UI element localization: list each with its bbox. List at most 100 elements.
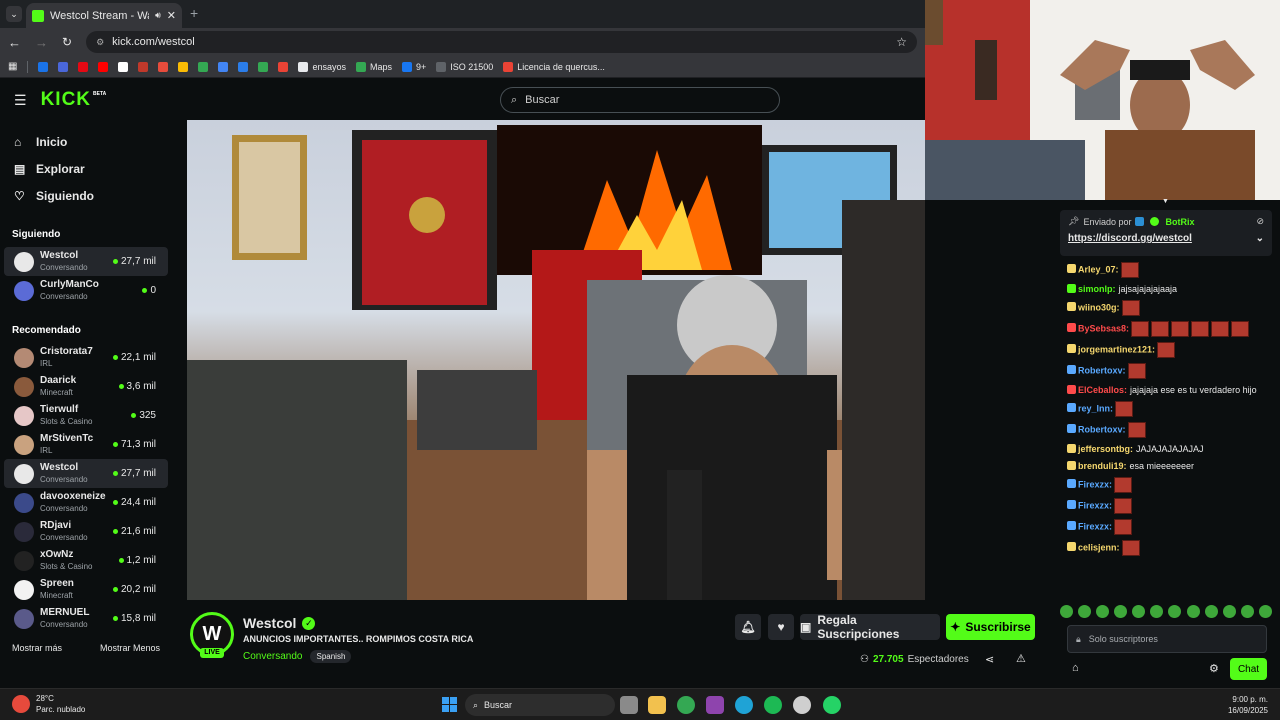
chat-collapse-icon[interactable]: ▼ [1162, 198, 1169, 205]
tab-list-button[interactable]: ⌄ [6, 6, 22, 22]
channel-item[interactable]: Westcol Conversando 27,7 mil [4, 247, 168, 276]
search-input[interactable]: ⌕ Buscar [500, 87, 780, 113]
show-less-button[interactable]: Mostrar Menos [100, 643, 160, 653]
chat-username[interactable]: BySebsas8: [1078, 323, 1129, 333]
notification-bell-button[interactable]: 🔔︎ [735, 614, 761, 640]
chat-input[interactable]: 🔒︎ Solo suscriptores [1067, 625, 1267, 653]
channel-item[interactable]: CurlyManCo Conversando 0 [4, 276, 168, 305]
emote-shortcut-icon[interactable] [1240, 604, 1254, 618]
chat-send-button[interactable]: Chat [1230, 658, 1267, 680]
chat-username[interactable]: Arley_07: [1078, 264, 1119, 274]
chat-username[interactable]: Robertoxv: [1078, 424, 1126, 434]
follow-heart-button[interactable]: ♥ [768, 614, 794, 640]
unpin-icon[interactable]: ⊘ [1256, 216, 1264, 227]
emote-shortcut-icon[interactable] [1222, 604, 1236, 618]
bookmark-item[interactable] [178, 61, 189, 72]
edge-icon[interactable] [735, 696, 753, 714]
channel-item[interactable]: Westcol Conversando 27,7 mil [4, 459, 168, 488]
active-tab[interactable]: Westcol Stream - Watch Li 🔊︎ ✕ [26, 3, 182, 28]
bookmark-item[interactable] [138, 61, 149, 72]
channel-item[interactable]: Spreen Minecraft 20,2 mil [4, 575, 168, 604]
clock[interactable]: 9:00 p. m. 16/09/2025 [1210, 694, 1268, 716]
bookmark-item[interactable]: 9+ [402, 61, 426, 72]
kick-logo[interactable]: KICK [41, 89, 91, 111]
channel-item[interactable]: MrStivenTc IRL 71,3 mil [4, 430, 168, 459]
emote-shortcut-icon[interactable] [1150, 604, 1164, 618]
subscribe-button[interactable]: ✦ Suscribirse [946, 614, 1035, 640]
emote-shortcut-icon[interactable] [1186, 604, 1200, 618]
bookmark-item[interactable] [158, 61, 169, 72]
bookmark-item[interactable] [278, 61, 289, 72]
bookmark-item[interactable] [238, 61, 249, 72]
report-icon[interactable]: ⚠ [1016, 652, 1026, 665]
chat-username[interactable]: brenduli19: [1078, 461, 1127, 471]
chrome-icon[interactable] [677, 696, 695, 714]
expand-pinned-icon[interactable]: ⌄ [1256, 233, 1264, 244]
sidebar-item-siguiendo[interactable]: ♡ Siguiendo [0, 182, 172, 209]
share-icon[interactable]: ⋖ [985, 653, 994, 666]
show-more-button[interactable]: Mostrar más [12, 643, 62, 653]
chat-store-icon[interactable]: ⌂ [1072, 662, 1079, 674]
stream-category[interactable]: Conversando [243, 651, 302, 662]
channel-item[interactable]: Cristorata7 IRL 22,1 mil [4, 343, 168, 372]
sidebar-item-inicio[interactable]: ⌂ Inicio [0, 128, 172, 155]
back-icon[interactable]: ← [8, 35, 21, 50]
site-info-icon[interactable]: ⚙ [96, 37, 104, 48]
bookmark-item[interactable] [58, 61, 69, 72]
new-tab-button[interactable]: + [190, 5, 198, 21]
github-icon[interactable] [793, 696, 811, 714]
emote-shortcut-icon[interactable] [1204, 604, 1218, 618]
chat-username[interactable]: ElCeballos: [1078, 385, 1127, 395]
emote-shortcut-icon[interactable] [1096, 604, 1110, 618]
chat-username[interactable]: Firexzx: [1078, 479, 1112, 489]
reload-icon[interactable]: ↻ [62, 35, 72, 49]
chat-username[interactable]: celisjenn: [1078, 542, 1120, 552]
pinned-by-user[interactable]: BotRix [1165, 217, 1194, 227]
spotify-icon[interactable] [764, 696, 782, 714]
bookmark-item[interactable] [38, 61, 49, 72]
emote-shortcut-icon[interactable] [1132, 604, 1146, 618]
forward-icon[interactable]: → [35, 35, 48, 50]
emote-shortcut-icon[interactable] [1258, 604, 1272, 618]
task-view-icon[interactable] [620, 696, 638, 714]
apps-grid-icon[interactable]: ▦ [8, 61, 17, 72]
bookmark-item[interactable] [198, 61, 209, 72]
channel-item[interactable]: xOwNz Slots & Casino 1,2 mil [4, 546, 168, 575]
app-icon[interactable] [706, 696, 724, 714]
whatsapp-icon[interactable] [823, 696, 841, 714]
menu-icon[interactable]: ☰ [14, 92, 27, 109]
bookmark-item[interactable] [98, 61, 109, 72]
speaker-icon[interactable]: 🔊︎ [155, 10, 161, 21]
channel-item[interactable]: RDjavi Conversando 21,6 mil [4, 517, 168, 546]
bookmark-item[interactable] [78, 61, 89, 72]
close-tab-icon[interactable]: ✕ [167, 9, 176, 22]
chat-username[interactable]: wiino30g: [1078, 302, 1120, 312]
url-field[interactable]: ⚙ kick.com/westcol ☆ [86, 31, 917, 53]
gift-subs-button[interactable]: ▣ Regala Suscripciones [800, 613, 940, 641]
sidebar-item-explorar[interactable]: ▤ Explorar [0, 155, 172, 182]
channel-name[interactable]: Westcol [243, 615, 296, 631]
chat-username[interactable]: jeffersontbg: [1078, 444, 1133, 454]
bookmark-item[interactable]: ISO 21500 [436, 61, 493, 72]
bookmark-item[interactable] [118, 61, 129, 72]
channel-item[interactable]: Tierwulf Slots & Casino 325 [4, 401, 168, 430]
chat-username[interactable]: simonlp: [1078, 284, 1116, 294]
chat-settings-icon[interactable]: ⚙ [1209, 662, 1219, 675]
video-player[interactable] [187, 120, 925, 600]
channel-item[interactable]: Daarick Minecraft 3,6 mil [4, 372, 168, 401]
bookmark-item[interactable] [218, 61, 229, 72]
emote-shortcut-icon[interactable] [1168, 604, 1182, 618]
bookmark-star-icon[interactable]: ☆ [896, 35, 907, 49]
emote-shortcut-icon[interactable] [1078, 604, 1092, 618]
start-button[interactable] [442, 697, 457, 712]
chat-username[interactable]: Robertoxv: [1078, 365, 1126, 375]
bookmark-item[interactable]: ensayos [298, 61, 346, 72]
bookmark-item[interactable] [258, 61, 269, 72]
chat-username[interactable]: rey_lnn: [1078, 403, 1113, 413]
emote-shortcut-icon[interactable] [1060, 604, 1073, 618]
language-tag[interactable]: Spanish [310, 650, 352, 663]
bookmark-item[interactable]: Licencia de quercus... [503, 61, 605, 72]
bookmark-item[interactable]: Maps [355, 61, 392, 72]
weather-widget[interactable]: 28°C Parc. nublado [12, 693, 85, 715]
emote-shortcut-icon[interactable] [1114, 604, 1128, 618]
